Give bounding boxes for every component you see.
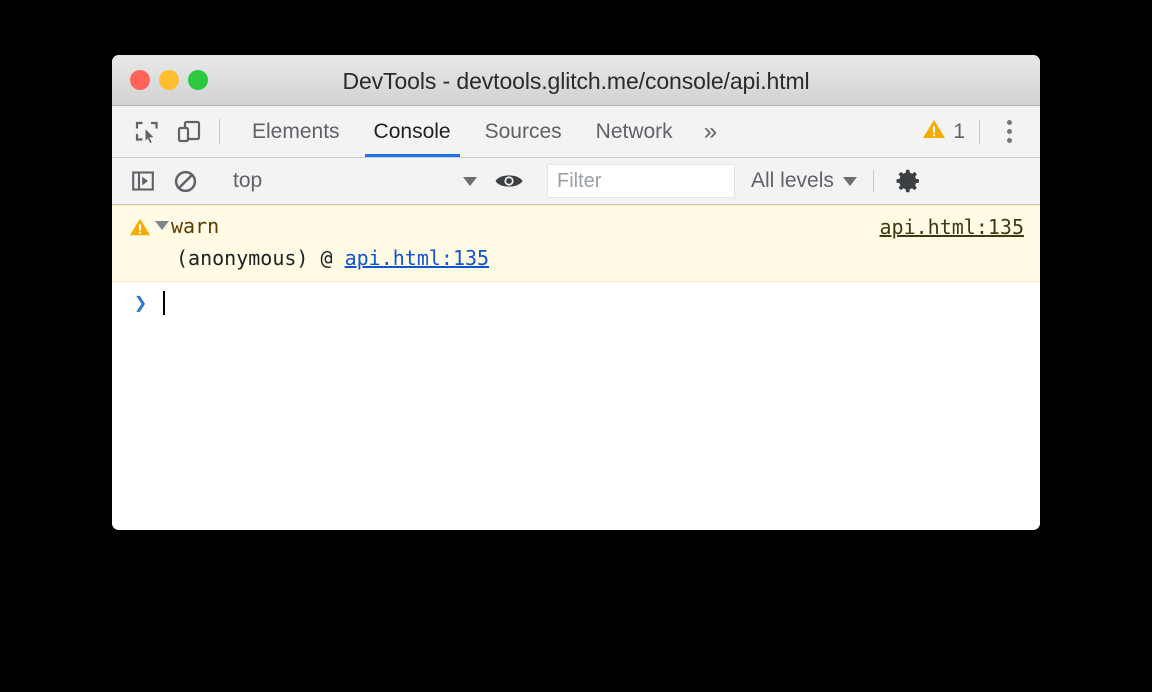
tabstrip-divider (219, 119, 220, 144)
tab-network[interactable]: Network (579, 106, 690, 157)
tab-network-label: Network (595, 119, 673, 143)
console-message-warning[interactable]: warn api.html:135 (anonymous) @ api.html… (112, 205, 1040, 282)
console-message-header: warn api.html:135 (112, 213, 1040, 239)
tab-console-label: Console (373, 119, 451, 143)
warning-count-badge[interactable]: 1 (922, 117, 965, 147)
clear-console-icon[interactable] (164, 158, 206, 205)
stack-frame-label: (anonymous) @ (176, 246, 345, 270)
filter-placeholder: Filter (557, 169, 602, 192)
devtools-tabstrip: Elements Console Sources Network » 1 (112, 106, 1040, 158)
console-stack-frame: (anonymous) @ api.html:135 (112, 245, 1040, 271)
device-toolbar-icon[interactable] (168, 106, 210, 157)
expand-collapse-triangle-icon[interactable] (155, 221, 169, 230)
stack-frame-link[interactable]: api.html:135 (345, 246, 490, 270)
text-cursor (163, 291, 166, 315)
execution-context-selector[interactable]: top (221, 158, 487, 205)
console-message-source-link[interactable]: api.html:135 (880, 215, 1025, 239)
tabstrip-right-divider (979, 119, 980, 144)
console-toolbar-divider-4 (872, 170, 874, 192)
kebab-dot (1006, 138, 1012, 143)
warning-triangle-icon (125, 213, 155, 238)
kebab-menu-icon[interactable] (992, 120, 1026, 143)
window-titlebar: DevTools - devtools.glitch.me/console/ap… (112, 55, 1040, 106)
more-tabs-button[interactable]: » (690, 106, 729, 157)
console-prompt[interactable]: ❯ (112, 282, 1040, 324)
console-sidebar-icon[interactable] (122, 158, 164, 205)
console-message-text: warn (171, 214, 220, 238)
tab-elements[interactable]: Elements (235, 106, 357, 157)
tab-sources[interactable]: Sources (468, 106, 579, 157)
log-levels-value: All levels (751, 169, 834, 192)
warning-triangle-icon (922, 117, 946, 147)
settings-gear-icon[interactable] (888, 167, 928, 195)
panel-tabs: Elements Console Sources Network » (235, 106, 729, 157)
chevron-down-icon (463, 176, 477, 186)
filter-input[interactable]: Filter (547, 164, 735, 198)
devtools-window: DevTools - devtools.glitch.me/console/ap… (112, 55, 1040, 530)
tabstrip-right-controls: 1 (922, 106, 1040, 157)
console-message-list: warn api.html:135 (anonymous) @ api.html… (112, 205, 1040, 530)
more-tabs-label: » (703, 117, 717, 145)
kebab-dot (1006, 129, 1012, 134)
inspect-element-icon[interactable] (126, 106, 168, 157)
kebab-dot (1006, 120, 1012, 125)
tab-console[interactable]: Console (357, 106, 468, 157)
console-toolbar: top Filter All levels (112, 158, 1040, 205)
warning-count-label: 1 (953, 119, 965, 143)
tab-elements-label: Elements (252, 119, 340, 143)
tab-sources-label: Sources (484, 119, 562, 143)
window-title: DevTools - devtools.glitch.me/console/ap… (342, 68, 810, 94)
execution-context-value: top (233, 169, 263, 192)
chevron-down-icon (842, 176, 857, 186)
live-expression-eye-icon[interactable] (488, 158, 530, 205)
prompt-chevron-icon: ❯ (134, 290, 148, 316)
log-levels-selector[interactable]: All levels (751, 169, 857, 193)
